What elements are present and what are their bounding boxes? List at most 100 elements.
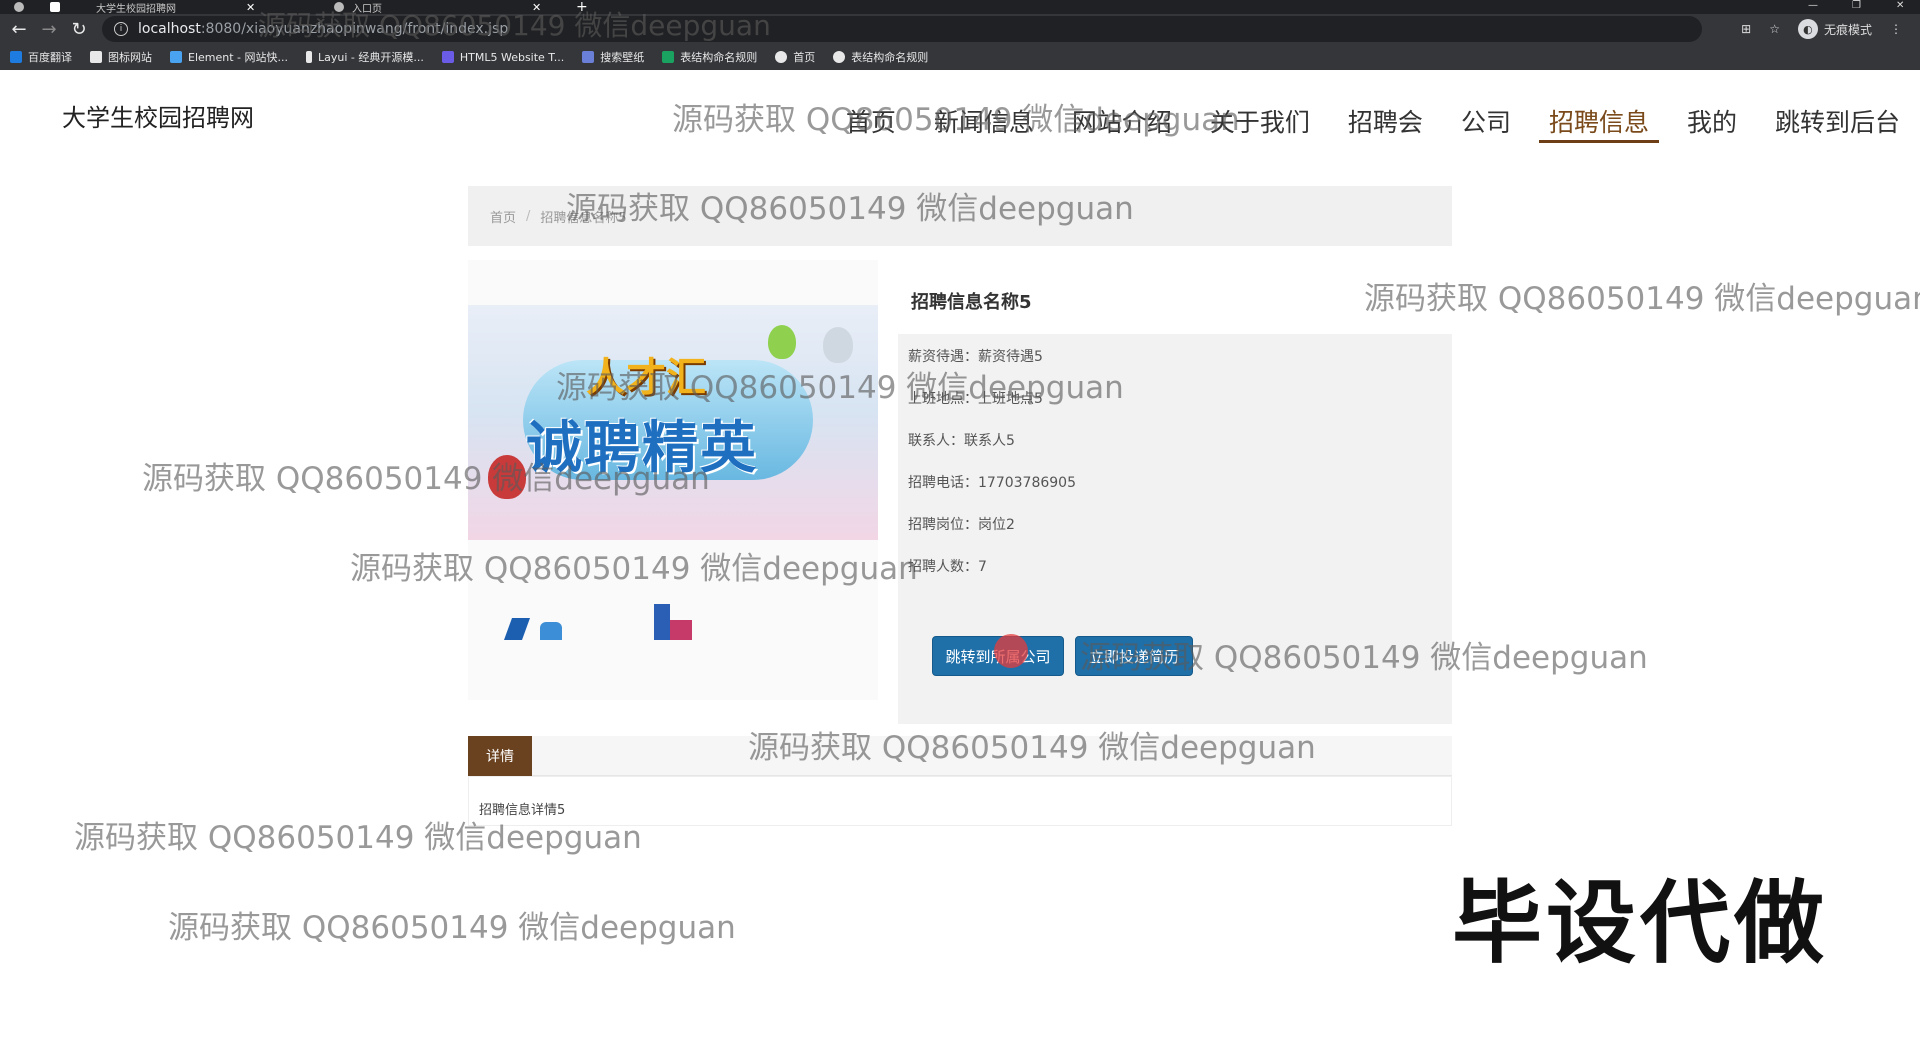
field-label: 薪资待遇： bbox=[908, 349, 978, 365]
thumbnail-icon[interactable] bbox=[503, 618, 531, 640]
bookmark-label: 图标网站 bbox=[108, 51, 152, 64]
bookmark-item[interactable]: 表结构命名规则 bbox=[662, 49, 757, 65]
tab-active[interactable]: 大学生校园招聘网 ✕ bbox=[50, 0, 255, 15]
bookmark-item[interactable]: HTML5 Website T... bbox=[441, 50, 565, 64]
nav-job-fair[interactable]: 招聘会 bbox=[1348, 103, 1423, 139]
details-header: 详情 bbox=[468, 736, 1452, 776]
info-row-phone: 招聘电话：17703786905 bbox=[908, 472, 1076, 492]
back-icon[interactable]: ← bbox=[4, 19, 34, 40]
minimize-icon[interactable]: — bbox=[1808, 0, 1818, 11]
breadcrumb-home[interactable]: 首页 bbox=[490, 207, 516, 226]
wallpaper-icon bbox=[582, 51, 595, 63]
top-nav: 首页 新闻信息 网站介绍 关于我们 招聘会 公司 招聘信息 我的 跳转到后台 bbox=[808, 103, 1900, 143]
watermark-text: 源码获取 QQ86050149 微信deepguan bbox=[168, 910, 736, 946]
job-title: 招聘信息名称5 bbox=[911, 292, 1032, 313]
info-row-headcount: 招聘人数：7 bbox=[908, 556, 987, 576]
site-info-icon[interactable]: i bbox=[114, 22, 128, 36]
details-content: 招聘信息详情5 bbox=[468, 776, 1452, 826]
nav-recruitment[interactable]: 招聘信息 bbox=[1538, 103, 1659, 143]
submit-resume-button[interactable]: 立即投递简历 bbox=[1075, 636, 1193, 676]
watermark-text: 源码获取 QQ86050149 微信deepguan bbox=[1364, 281, 1920, 317]
nav-company[interactable]: 公司 bbox=[1461, 103, 1511, 139]
globe-icon bbox=[833, 51, 846, 63]
more-menu-icon[interactable]: ⋮ bbox=[1890, 22, 1902, 36]
field-label: 招聘电话： bbox=[908, 475, 978, 491]
click-cursor-icon bbox=[994, 634, 1028, 668]
close-tab-icon[interactable]: ✕ bbox=[246, 1, 255, 14]
incognito-icon: ◐ bbox=[1797, 19, 1818, 39]
close-window-icon[interactable]: ✕ bbox=[1896, 0, 1904, 11]
balloon-icon bbox=[768, 325, 796, 359]
tab-details[interactable]: 详情 bbox=[468, 736, 532, 776]
job-banner-image: 人才汇 诚聘精英 bbox=[468, 305, 878, 540]
balloon-icon bbox=[823, 327, 853, 363]
breadcrumb-current: 招聘信息名称5 bbox=[540, 210, 627, 226]
bookmark-label: 首页 bbox=[793, 51, 816, 64]
incognito-label: 无痕模式 bbox=[1823, 22, 1872, 37]
nav-home[interactable]: 首页 bbox=[846, 103, 896, 139]
field-label: 上班地点： bbox=[908, 391, 978, 407]
bookmark-label: Layui - 经典开源模... bbox=[318, 51, 424, 64]
balloon-icon bbox=[488, 455, 526, 499]
nav-news[interactable]: 新闻信息 bbox=[934, 103, 1034, 139]
maximize-icon[interactable]: ❐ bbox=[1852, 0, 1861, 11]
reload-icon[interactable]: ↻ bbox=[64, 19, 94, 40]
info-row-position: 招聘岗位：岗位2 bbox=[908, 514, 1015, 534]
layui-logo-icon bbox=[306, 51, 312, 63]
field-value: 17703786905 bbox=[978, 475, 1076, 491]
field-label: 招聘岗位： bbox=[908, 517, 978, 533]
close-tab-icon[interactable]: ✕ bbox=[532, 1, 541, 14]
page-favicon-icon bbox=[50, 2, 60, 12]
field-value: 薪资待遇5 bbox=[978, 349, 1043, 365]
globe-icon bbox=[775, 51, 788, 63]
breadcrumb: 首页 / 招聘信息名称5 bbox=[468, 186, 1452, 246]
nav-about-us[interactable]: 关于我们 bbox=[1210, 103, 1310, 139]
bookmark-label: 表结构命名规则 bbox=[680, 51, 758, 64]
field-label: 联系人： bbox=[908, 433, 964, 449]
forward-icon[interactable]: → bbox=[34, 19, 64, 40]
html5-icon bbox=[441, 51, 454, 63]
info-row-contact: 联系人：联系人5 bbox=[908, 430, 1015, 450]
job-info-box: 薪资待遇：薪资待遇5 上班地点：上班地点5 联系人：联系人5 招聘电话：1770… bbox=[898, 334, 1452, 724]
field-value: 7 bbox=[978, 559, 987, 575]
nav-mine[interactable]: 我的 bbox=[1687, 103, 1737, 139]
incognito-indicator[interactable]: ◐ 无痕模式 bbox=[1797, 19, 1872, 39]
tab-second[interactable]: 入口页 ✕ bbox=[334, 0, 541, 15]
bookmark-label: 百度翻译 bbox=[28, 51, 72, 64]
image-panel: 人才汇 诚聘精英 bbox=[468, 260, 878, 700]
bookmark-item[interactable]: 搜索壁纸 bbox=[582, 49, 644, 65]
bookmark-star-icon[interactable]: ☆ bbox=[1769, 22, 1780, 36]
info-row-location: 上班地点：上班地点5 bbox=[908, 388, 1043, 408]
thumbnail-icon[interactable] bbox=[670, 620, 692, 640]
element-logo-icon bbox=[170, 51, 182, 63]
nav-backend[interactable]: 跳转到后台 bbox=[1775, 103, 1900, 139]
bookmark-label: Element - 网站快... bbox=[188, 51, 288, 64]
translate-icon[interactable]: ⊞ bbox=[1741, 22, 1751, 36]
thumbnail-icon[interactable] bbox=[654, 604, 670, 640]
bookmark-item[interactable]: Element - 网站快... bbox=[170, 49, 288, 65]
bookmark-item[interactable]: 表结构命名规则 bbox=[833, 49, 928, 65]
thumbnail-icon[interactable] bbox=[540, 622, 562, 640]
bookmark-label: 表结构命名规则 bbox=[851, 51, 929, 64]
url-host: localhost bbox=[138, 21, 201, 37]
tab-label: 入口页 bbox=[352, 3, 382, 15]
bookmark-label: HTML5 Website T... bbox=[459, 50, 565, 64]
browser-icon bbox=[14, 0, 24, 14]
nav-about-site[interactable]: 网站介绍 bbox=[1072, 103, 1172, 139]
thumbnail-strip bbox=[478, 600, 868, 660]
bookmark-item[interactable]: 图标网站 bbox=[90, 49, 152, 65]
field-value: 联系人5 bbox=[964, 433, 1015, 449]
site-title[interactable]: 大学生校园招聘网 bbox=[62, 98, 254, 133]
bookmark-item[interactable]: Layui - 经典开源模... bbox=[306, 49, 424, 65]
bookmark-item[interactable]: 首页 bbox=[775, 49, 815, 65]
banner-top-text: 人才汇 bbox=[586, 354, 706, 401]
browser-tab-strip: 大学生校园招聘网 ✕ 入口页 ✕ + — ❐ ✕ bbox=[0, 0, 1920, 15]
sheet-icon bbox=[662, 51, 675, 63]
new-tab-icon[interactable]: + bbox=[576, 0, 588, 15]
field-value: 岗位2 bbox=[978, 517, 1015, 533]
flag-icon bbox=[90, 51, 102, 63]
bookmark-item[interactable]: 百度翻译 bbox=[10, 49, 72, 65]
url-input[interactable]: i localhost:8080/xiaoyuanzhaopinwang/fro… bbox=[102, 16, 1702, 42]
field-label: 招聘人数： bbox=[908, 559, 978, 575]
page-favicon-icon bbox=[334, 2, 344, 12]
